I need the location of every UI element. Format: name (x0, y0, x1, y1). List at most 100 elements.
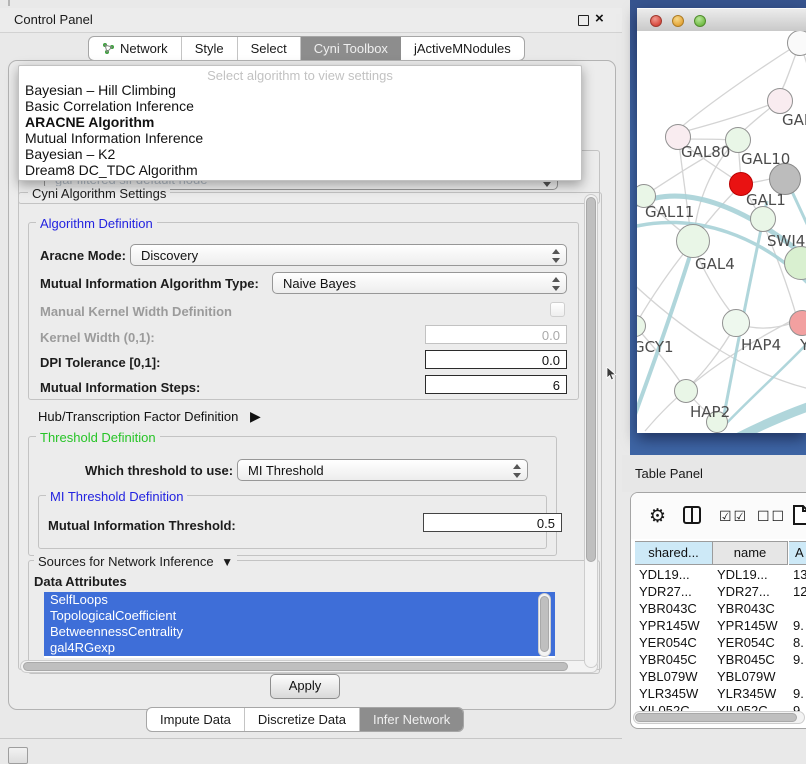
table-panel-bar: Table Panel (622, 455, 806, 492)
tab-network-label: Network (120, 37, 168, 60)
dropdown-item[interactable]: Dream8 DC_TDC Algorithm (25, 162, 198, 178)
dropdown-item[interactable]: Bayesian – K2 (25, 146, 115, 162)
list-item[interactable]: BetweennessCentrality (44, 624, 555, 640)
table-rows: YDL19...YDL19...13 YDR27...YDR27...12 YB… (635, 565, 806, 711)
tab-network[interactable]: Network (89, 37, 182, 60)
control-panel-window: Control Panel × Network Style Select Cyn… (0, 8, 622, 739)
which-threshold-combo[interactable]: MI Threshold (237, 459, 528, 481)
list-item[interactable]: SelfLoops (44, 592, 555, 608)
network-icon (102, 42, 115, 55)
cyni-settings-title: Cyni Algorithm Settings (28, 186, 170, 201)
list-item[interactable]: gal4RGexp (44, 640, 555, 656)
mi-steps-input[interactable]: 6 (425, 375, 567, 394)
which-threshold-label: Which threshold to use: (85, 463, 233, 478)
dropdown-item[interactable]: Basic Correlation Inference (25, 98, 194, 114)
network-node[interactable] (676, 224, 710, 258)
tab-select[interactable]: Select (238, 37, 301, 60)
data-attributes-label: Data Attributes (34, 574, 127, 589)
node-label: HAP4 (741, 336, 781, 354)
mouse-cursor (606, 367, 618, 381)
combo-spinner-icon (551, 277, 560, 291)
node-label: GAL10 (741, 150, 790, 168)
tab-select-label: Select (251, 37, 287, 60)
dropdown-item[interactable]: Bayesian – Hill Climbing (25, 82, 176, 98)
combo-spinner-icon (551, 249, 560, 263)
column-header-name[interactable]: name (712, 541, 788, 565)
aracne-mode-combo[interactable]: Discovery (130, 244, 567, 266)
dropdown-item-highlighted[interactable]: ARACNE Algorithm (25, 114, 154, 130)
node-label: SWI4 (767, 232, 805, 250)
sources-title-row[interactable]: Sources for Network Inference ▼ (34, 554, 237, 569)
algorithm-definition-title: Algorithm Definition (36, 216, 157, 231)
column-header-partial[interactable]: A (789, 541, 806, 565)
tab-style-label: Style (195, 37, 224, 60)
gear-icon[interactable]: ⚙ (649, 505, 666, 528)
node-label: Y (800, 336, 806, 354)
grip-handle[interactable] (8, 747, 28, 764)
manual-kernel-checkbox[interactable] (550, 302, 565, 317)
tab-cyni-toolbox-label: Cyni Toolbox (314, 37, 388, 60)
aracne-mode-label: Aracne Mode: (40, 248, 126, 263)
list-scrollbar-thumb[interactable] (540, 596, 549, 652)
checked-boxes-icon[interactable]: ☑☑ (719, 508, 748, 525)
network-window-titlebar[interactable] (637, 8, 806, 32)
control-panel-tabbar: Network Style Select Cyni Toolbox jActiv… (88, 36, 525, 61)
node-label: GAL7 (782, 111, 806, 129)
mi-type-combo[interactable]: Naive Bayes (272, 272, 567, 294)
minimize-traffic-light[interactable] (672, 15, 684, 27)
apply-button[interactable]: Apply (270, 674, 340, 699)
close-traffic-light[interactable] (650, 15, 662, 27)
which-threshold-value: MI Threshold (248, 463, 324, 478)
close-icon[interactable]: × (595, 10, 604, 27)
tab-infer-network[interactable]: Infer Network (360, 708, 463, 731)
network-view-window: GAL7 GAL80 GAL10 GAL1 GAL11 SWI4 GAL4 GC… (637, 8, 806, 433)
float-window-icon[interactable] (578, 15, 589, 26)
network-node[interactable] (674, 379, 698, 403)
settings-hscrollbar-thumb[interactable] (23, 662, 568, 671)
tab-cyni-toolbox[interactable]: Cyni Toolbox (301, 37, 401, 60)
node-label: GAL11 (645, 203, 694, 221)
dpi-tolerance-label: DPI Tolerance [0,1]: (40, 355, 160, 370)
data-attributes-list[interactable]: SelfLoops TopologicalCoefficient Between… (44, 592, 555, 658)
combo-spinner-icon (512, 464, 521, 478)
algorithm-dropdown: Select algorithm to view settings Bayesi… (18, 65, 582, 181)
tab-impute-data-label: Impute Data (160, 708, 231, 731)
tab-infer-network-label: Infer Network (373, 708, 450, 731)
list-item[interactable]: TopologicalCoefficient (44, 608, 555, 624)
settings-vscrollbar-thumb[interactable] (586, 197, 596, 562)
mi-threshold-label: Mutual Information Threshold: (48, 518, 236, 533)
network-canvas[interactable]: GAL7 GAL80 GAL10 GAL1 GAL11 SWI4 GAL4 GC… (637, 31, 806, 433)
table-hscrollbar-thumb[interactable] (635, 713, 797, 722)
aracne-mode-value: Discovery (141, 248, 198, 263)
mi-type-value: Naive Bayes (283, 276, 356, 291)
tab-style[interactable]: Style (182, 37, 238, 60)
dropdown-item[interactable]: Mutual Information Inference (25, 130, 203, 146)
tab-impute-data[interactable]: Impute Data (147, 708, 245, 731)
hub-definition-expander[interactable]: Hub/Transcription Factor Definition ▶ (38, 408, 261, 425)
table-toolbar: ⚙ ☑☑ ☐☐ (631, 493, 806, 539)
dpi-tolerance-input[interactable]: 0.0 (425, 350, 567, 369)
node-label: HAP2 (690, 403, 730, 421)
mi-threshold-input[interactable]: 0.5 (423, 513, 562, 532)
table-panel: ⚙ ☑☑ ☐☐ shared... name A YDL19...YDL19..… (630, 492, 806, 729)
algorithm-dropdown-placeholder: Select algorithm to view settings (19, 68, 581, 83)
tab-discretize-data-label: Discretize Data (258, 708, 346, 731)
network-node[interactable] (750, 206, 776, 232)
split-columns-icon[interactable] (683, 506, 701, 524)
table-panel-title: Table Panel (635, 466, 703, 481)
tab-jactivemnodules[interactable]: jActiveMNodules (401, 37, 524, 60)
control-panel-titlebar: Control Panel × (0, 8, 622, 33)
node-label: GAL80 (681, 143, 730, 161)
document-icon[interactable] (793, 505, 806, 525)
kernel-width-label: Kernel Width (0,1): (40, 330, 155, 345)
zoom-traffic-light[interactable] (694, 15, 706, 27)
network-node[interactable] (722, 309, 750, 337)
kernel-width-input[interactable]: 0.0 (425, 325, 567, 344)
node-label: GAL4 (695, 255, 735, 273)
column-header-shared-name[interactable]: shared... (635, 541, 713, 565)
tab-discretize-data[interactable]: Discretize Data (245, 708, 360, 731)
unchecked-boxes-icon[interactable]: ☐☐ (757, 508, 786, 525)
bottom-tabbar: Impute Data Discretize Data Infer Networ… (146, 707, 464, 732)
node-label: GCY1 (637, 338, 674, 356)
control-panel-title: Control Panel (14, 12, 93, 27)
